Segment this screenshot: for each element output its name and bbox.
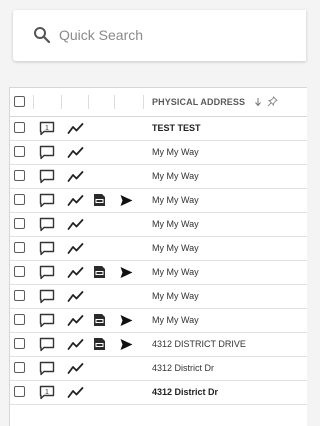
physical-address-cell: My My Way: [152, 171, 199, 181]
physical-address-cell: My My Way: [152, 267, 199, 277]
note-icon[interactable]: [39, 169, 55, 184]
row-checkbox[interactable]: [14, 146, 25, 157]
physical-address-cell: My My Way: [152, 243, 199, 253]
row-checkbox[interactable]: [14, 170, 25, 181]
note-count: 1: [45, 389, 49, 396]
row-checkbox[interactable]: [14, 338, 25, 349]
send-icon[interactable]: [120, 266, 133, 279]
pdf-icon[interactable]: [93, 193, 106, 207]
quick-search-input[interactable]: [59, 23, 299, 47]
column-divider[interactable]: [33, 95, 34, 109]
row-checkbox[interactable]: [14, 266, 25, 277]
row-checkbox[interactable]: [14, 314, 25, 325]
trend-icon[interactable]: [67, 242, 84, 255]
trend-icon[interactable]: [67, 362, 84, 375]
grid-body: 1 TEST TEST My My Way My My Way My My Way My …: [10, 117, 307, 405]
table-row[interactable]: 4312 District Dr: [10, 357, 307, 381]
pin-icon[interactable]: [267, 96, 278, 107]
physical-address-cell: My My Way: [152, 315, 199, 325]
note-icon[interactable]: [39, 241, 55, 256]
table-row[interactable]: My My Way: [10, 165, 307, 189]
table-row[interactable]: My My Way: [10, 261, 307, 285]
pdf-icon[interactable]: [93, 337, 106, 351]
note-icon[interactable]: [39, 289, 55, 304]
grid-header: PHYSICAL ADDRESS: [10, 88, 307, 117]
trend-icon[interactable]: [67, 170, 84, 183]
trend-icon[interactable]: [67, 122, 84, 135]
table-row[interactable]: My My Way: [10, 237, 307, 261]
physical-address-cell: 4312 District Dr: [152, 363, 215, 373]
physical-address-cell: 4312 District Dr: [152, 387, 219, 397]
trend-icon[interactable]: [67, 218, 84, 231]
column-divider[interactable]: [143, 95, 144, 109]
row-checkbox[interactable]: [14, 386, 25, 397]
physical-address-cell: My My Way: [152, 291, 199, 301]
column-divider[interactable]: [114, 95, 115, 109]
select-all-checkbox[interactable]: [14, 96, 25, 107]
quick-search-bar: [13, 10, 306, 61]
table-row[interactable]: My My Way: [10, 189, 307, 213]
note-count: 1: [45, 125, 49, 132]
trend-icon[interactable]: [67, 314, 84, 327]
send-icon[interactable]: [120, 314, 133, 327]
trend-icon[interactable]: [67, 338, 84, 351]
physical-address-cell: My My Way: [152, 147, 199, 157]
table-row[interactable]: 1 TEST TEST: [10, 117, 307, 141]
trend-icon[interactable]: [67, 194, 84, 207]
note-icon[interactable]: [39, 193, 55, 208]
note-icon[interactable]: [39, 361, 55, 376]
row-checkbox[interactable]: [14, 242, 25, 253]
trend-icon[interactable]: [67, 146, 84, 159]
pdf-icon[interactable]: [93, 265, 106, 279]
column-divider[interactable]: [88, 95, 89, 109]
note-icon[interactable]: [39, 145, 55, 160]
table-row[interactable]: My My Way: [10, 309, 307, 333]
note-icon[interactable]: [39, 337, 55, 352]
table-row[interactable]: 4312 DISTRICT DRIVE: [10, 333, 307, 357]
row-checkbox[interactable]: [14, 218, 25, 229]
physical-address-cell: My My Way: [152, 219, 199, 229]
note-icon[interactable]: [39, 217, 55, 232]
note-icon[interactable]: [39, 313, 55, 328]
physical-address-header[interactable]: PHYSICAL ADDRESS: [152, 97, 245, 107]
records-grid: PHYSICAL ADDRESS 1 TEST TEST My My Way My M…: [9, 87, 307, 426]
sort-descending-icon[interactable]: [254, 97, 262, 107]
send-icon[interactable]: [120, 338, 133, 351]
row-checkbox[interactable]: [14, 194, 25, 205]
table-row[interactable]: My My Way: [10, 141, 307, 165]
send-icon[interactable]: [120, 194, 133, 207]
physical-address-cell: TEST TEST: [152, 123, 201, 133]
table-row[interactable]: 1 4312 District Dr: [10, 381, 307, 405]
note-icon[interactable]: [39, 265, 55, 280]
row-checkbox[interactable]: [14, 290, 25, 301]
physical-address-cell: My My Way: [152, 195, 199, 205]
table-row[interactable]: My My Way: [10, 213, 307, 237]
physical-address-cell: 4312 DISTRICT DRIVE: [152, 339, 246, 349]
table-row[interactable]: My My Way: [10, 285, 307, 309]
column-divider[interactable]: [61, 95, 62, 109]
note-count-icon[interactable]: 1: [39, 121, 55, 136]
trend-icon[interactable]: [67, 290, 84, 303]
search-icon: [34, 27, 51, 44]
trend-icon[interactable]: [67, 386, 84, 399]
trend-icon[interactable]: [67, 266, 84, 279]
row-checkbox[interactable]: [14, 122, 25, 133]
note-count-icon[interactable]: 1: [39, 385, 55, 400]
row-checkbox[interactable]: [14, 362, 25, 373]
pdf-icon[interactable]: [93, 313, 106, 327]
